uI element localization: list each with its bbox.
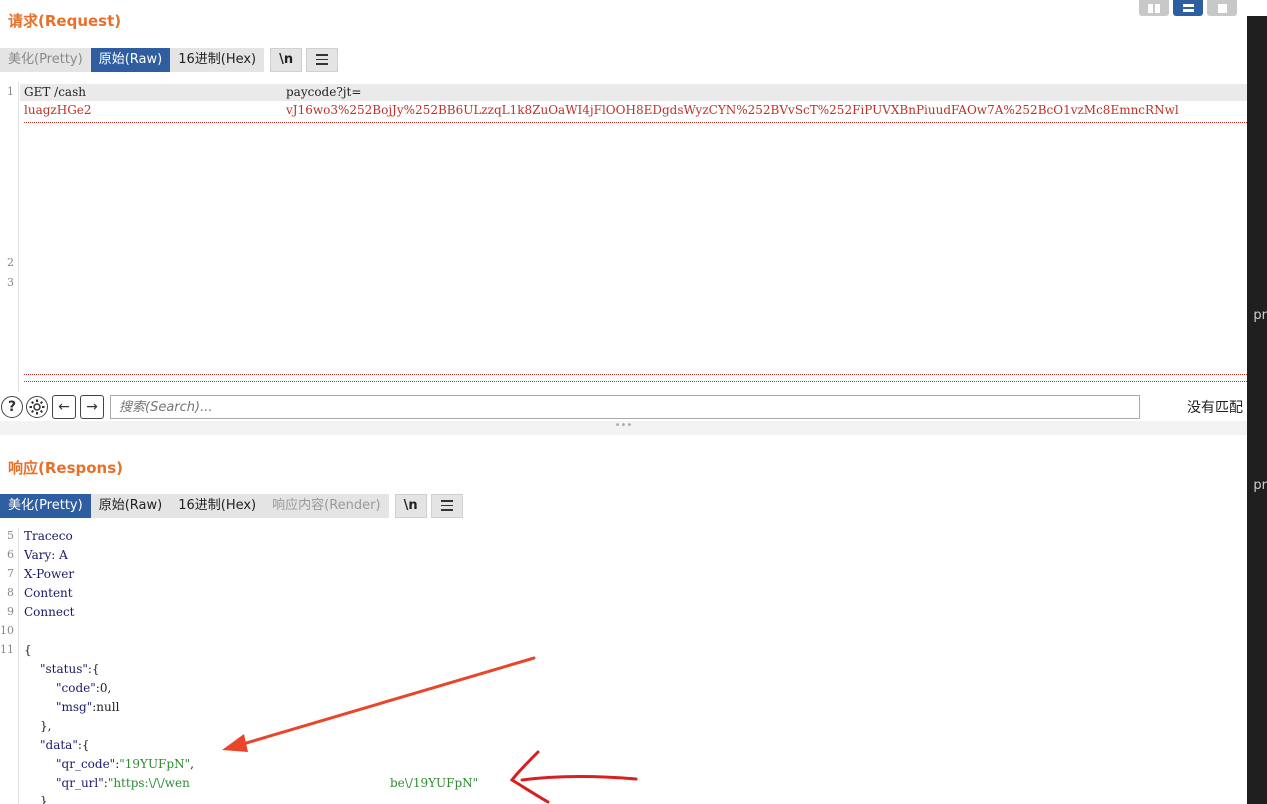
json-line-qr-code: "qr_code":"19YUFpN", — [56, 757, 194, 771]
request-tab-hex[interactable]: 16进制(Hex) — [170, 48, 265, 72]
response-tab-raw[interactable]: 原始(Raw) — [90, 494, 171, 518]
response-tab-pretty[interactable]: 美化(Pretty) — [0, 494, 91, 518]
columns-icon — [1148, 3, 1160, 13]
response-newline-toggle[interactable]: \n — [394, 494, 427, 518]
line-number: 6 — [7, 548, 14, 561]
response-menu-button[interactable] — [430, 494, 463, 518]
json-line-code: "code":0, — [56, 681, 112, 695]
json-line-close-data: } — [40, 794, 48, 804]
json-line-msg: "msg":null — [56, 700, 120, 714]
response-header-line: X-Power — [24, 567, 75, 581]
response-title: 响应(Respons) — [8, 459, 124, 477]
json-line-data: "data":{ — [40, 738, 90, 752]
search-status: 没有匹配 — [1187, 400, 1243, 416]
request-gutter: 1 2 3 — [0, 82, 19, 392]
background-label: pr — [1253, 308, 1267, 323]
response-gutter: 5 6 7 8 9 10 11 — [0, 528, 19, 804]
request-toolbar: 美化(Pretty) 原始(Raw) 16进制(Hex) \n — [0, 47, 339, 73]
hamburger-icon — [440, 500, 453, 511]
layout-switcher — [1139, 0, 1237, 16]
background-window-edge: pr pr — [1247, 0, 1267, 804]
request-tab-raw[interactable]: 原始(Raw) — [90, 48, 171, 72]
help-icon[interactable]: ? — [1, 396, 23, 418]
layout-rows-button[interactable] — [1173, 0, 1203, 16]
request-tab-pretty[interactable]: 美化(Pretty) — [0, 48, 91, 72]
forward-icon[interactable]: → — [80, 395, 104, 419]
line-number: 9 — [7, 605, 14, 618]
json-open-brace: { — [24, 643, 32, 657]
response-header-line: Traceco — [24, 529, 73, 543]
response-toolbar: 美化(Pretty) 原始(Raw) 16进制(Hex) 响应内容(Render… — [0, 493, 463, 519]
rows-icon — [1182, 4, 1194, 12]
line-number: 7 — [7, 567, 14, 580]
line-number: 11 — [0, 643, 14, 656]
pane-splitter[interactable]: ••• — [0, 421, 1247, 435]
search-input[interactable] — [110, 395, 1140, 419]
json-line-close-status: }, — [40, 719, 52, 733]
request-line-1-left: GET /cash — [24, 85, 86, 99]
search-bar: ? ← → 没有匹配 — [0, 394, 1247, 420]
json-line-qr-url-tail: be\/19YUFpN" — [390, 776, 479, 790]
json-line-status: "status":{ — [40, 662, 100, 676]
request-line-wrap-left: luagzHGe2 — [24, 103, 92, 117]
request-newline-toggle[interactable]: \n — [270, 48, 303, 72]
line-number: 3 — [7, 276, 14, 289]
line-number: 1 — [7, 85, 14, 98]
response-editor[interactable]: 5 6 7 8 9 10 11 Traceco Vary: A X-Power … — [0, 528, 1247, 804]
request-clipped-bottom — [24, 374, 1247, 382]
request-menu-button[interactable] — [306, 48, 339, 72]
layout-single-button[interactable] — [1207, 0, 1237, 16]
layout-columns-button[interactable] — [1139, 0, 1169, 16]
response-tab-hex[interactable]: 16进制(Hex) — [170, 494, 265, 518]
back-icon[interactable]: ← — [52, 395, 76, 419]
single-icon — [1217, 3, 1227, 13]
response-header-line: Connect — [24, 605, 75, 619]
gear-icon[interactable] — [26, 396, 48, 418]
current-line-highlight — [20, 84, 1247, 101]
response-header-line: Content — [24, 586, 73, 600]
line-number: 5 — [7, 529, 14, 542]
response-header-line: Vary: A — [24, 548, 68, 562]
request-clipped-line — [24, 122, 1247, 126]
json-line-qr-url: "qr_url":"https:\/\/wen — [56, 776, 190, 790]
line-number: 8 — [7, 586, 14, 599]
background-label: pr — [1253, 478, 1267, 493]
response-tab-render[interactable]: 响应内容(Render) — [264, 494, 389, 518]
hamburger-icon — [316, 54, 329, 65]
request-line-1-right: paycode?jt= — [286, 85, 362, 99]
line-number: 2 — [7, 256, 14, 269]
request-line-wrap-right: vJ16wo3%252BojJy%252BB6ULzzqL1k8ZuOaWI4j… — [286, 103, 1179, 117]
line-number: 10 — [0, 624, 14, 637]
request-title: 请求(Request) — [8, 12, 122, 30]
request-editor[interactable]: 1 2 3 GET /cash paycode?jt= luagzHGe2 vJ… — [0, 82, 1247, 392]
